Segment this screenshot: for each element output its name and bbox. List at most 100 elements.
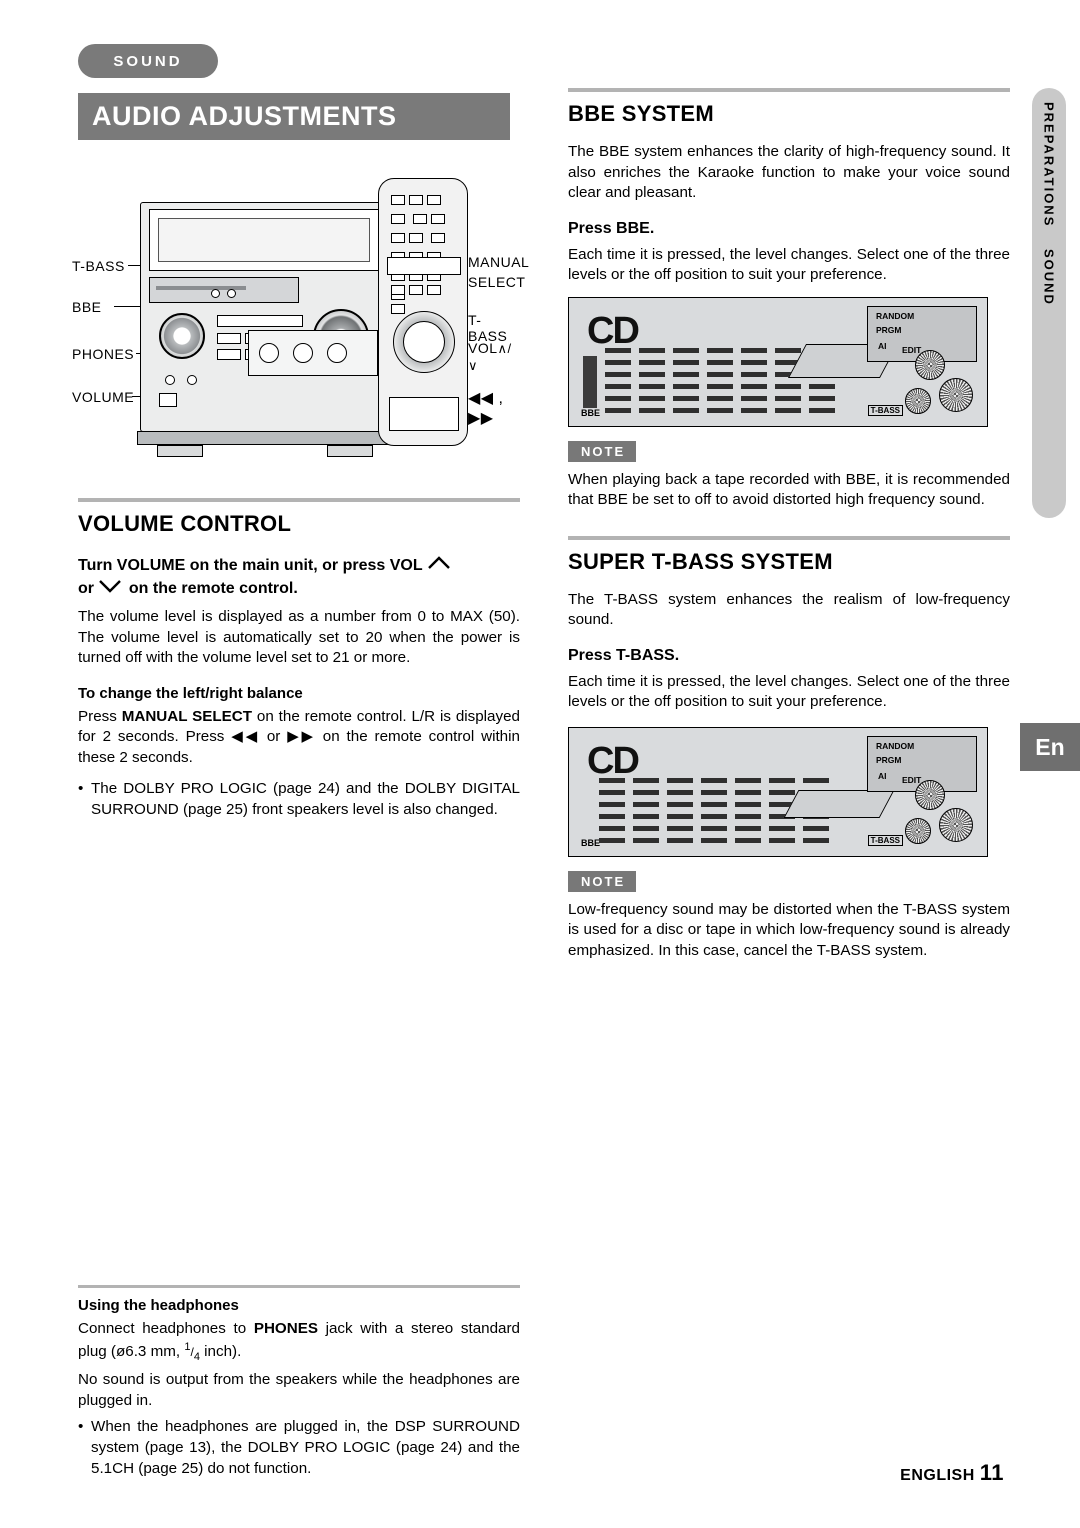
eq-col (735, 777, 761, 844)
volume-instruction: Turn VOLUME on the main unit, or press V… (78, 554, 520, 600)
unit-display (149, 277, 299, 303)
bbe-press-heading: Press BBE. (568, 219, 655, 237)
remote-key (409, 233, 423, 243)
remote-control (378, 178, 468, 446)
page-title: AUDIO ADJUSTMENTS (78, 93, 510, 140)
random-label: RANDOM (876, 740, 915, 751)
remote-key (431, 214, 446, 224)
bbe-rule (568, 88, 1010, 92)
remote-key (391, 233, 405, 243)
eq-col (775, 347, 801, 414)
side-tab-sound: SOUND (1041, 249, 1057, 307)
label-skip: ◀◀ , ▶▶ (468, 390, 504, 427)
tbass-heading: SUPER T-BASS SYSTEM (568, 548, 833, 574)
headphones-line1: Connect headphones to PHONES jack with a… (78, 1320, 520, 1363)
headphones-line2: No sound is output from the speakers whi… (78, 1371, 520, 1409)
unit-button-1 (217, 333, 241, 344)
remote-dpad-center (403, 321, 445, 363)
remote-key (391, 214, 405, 224)
manual-page: SOUND AUDIO ADJUSTMENTS PREPARATIONS SOU… (0, 0, 1080, 1528)
tbass-note-badge: NOTE (568, 870, 637, 892)
headphones-bullets: When the headphones are plugged in, the … (78, 1417, 520, 1479)
eq-col (639, 347, 665, 414)
headphones-section: Using the headphones Connect headphones … (78, 1285, 520, 1489)
eq-col (667, 777, 693, 844)
remote-key (413, 214, 428, 224)
remote-manual-select-button (387, 257, 461, 275)
cd-slot-1 (259, 343, 279, 363)
unit-base (137, 431, 393, 445)
prgm-label: PRGM (876, 324, 902, 335)
volume-instruction-l2: or (78, 580, 94, 598)
remote-key (409, 285, 423, 295)
ai-label: AI (878, 340, 887, 351)
side-tab-preparations: PREPARATIONS (1041, 102, 1057, 228)
eq-col (605, 347, 631, 414)
remote-bottom-panel (389, 397, 459, 431)
rewind-icon: ◀◀ (231, 728, 260, 746)
right-column: BBE SYSTEM The BBE system enhances the c… (568, 88, 1010, 972)
headphones-heading: Using the headphones (78, 1297, 239, 1314)
label-bbe: BBE (72, 299, 102, 315)
unit-top-panel (149, 209, 379, 271)
volume-control-rule (78, 498, 520, 502)
unit-phones-jack (165, 375, 175, 385)
prgm-label: PRGM (876, 754, 902, 765)
edit-label: EDIT (902, 344, 922, 355)
volume-instruction-l1: Turn VOLUME on the main unit, or press V… (78, 557, 423, 574)
unit-foot-left (157, 445, 203, 457)
disc-icon (939, 807, 973, 842)
section-tag-sound: SOUND (78, 44, 218, 78)
remote-key (427, 285, 441, 295)
unit-button-row-1 (217, 315, 303, 327)
eq-col (701, 777, 727, 844)
remote-key (391, 195, 405, 205)
system-illustration: T-BASS BBE PHONES VOLUME MANUAL SELECT T… (72, 160, 529, 480)
cd-slot-3 (327, 343, 347, 363)
bbe-note-body: When playing back a tape recorded with B… (568, 470, 1010, 509)
remote-key (427, 195, 441, 205)
forward-icon: ▶▶ (287, 728, 316, 746)
tbass-display-figure: CD BBE RANDOM PRGM AI EDIT T-BASS (568, 726, 988, 857)
hp-l1bold: PHONES (253, 1320, 318, 1337)
unit-button-4 (217, 349, 241, 360)
cd-tray (248, 330, 378, 376)
tbass-indicator: T-BASS (867, 834, 903, 846)
remote-key (409, 195, 423, 205)
remote-key (431, 233, 446, 243)
hp-l1a: Connect headphones to (78, 1320, 254, 1337)
label-manual: MANUAL (468, 254, 530, 270)
balance-heading: To change the left/right balance (78, 684, 303, 702)
tbass-rule (568, 535, 1010, 540)
bbe-heading: BBE SYSTEM (568, 101, 715, 126)
balance-bullets: The DOLBY PRO LOGIC (page 24) and the DO… (78, 779, 520, 820)
footer-page-number: 11 (979, 1460, 1004, 1485)
ai-label: AI (878, 770, 887, 781)
volume-control-heading: VOLUME CONTROL (78, 511, 292, 536)
headphones-rule (78, 1285, 520, 1288)
tbass-press-body: Each time it is pressed, the level chang… (568, 672, 1010, 711)
disc-icon (905, 817, 931, 844)
balance-body-bold: MANUAL SELECT (121, 707, 253, 725)
tbass-note-body: Low-frequency sound may be distorted whe… (568, 900, 1010, 959)
side-tab: PREPARATIONS SOUND (1032, 88, 1066, 518)
cd-label: CD (587, 309, 640, 352)
disc-icon (939, 377, 973, 412)
unit-indicator-1 (211, 289, 220, 298)
list-item: The DOLBY PRO LOGIC (page 24) and the DO… (78, 779, 520, 820)
volume-instruction-l3: on the remote control. (128, 580, 298, 598)
vol-down-icon (98, 577, 124, 600)
label-select: SELECT (468, 274, 526, 290)
cd-label: CD (587, 739, 640, 782)
disc-icon (905, 387, 931, 414)
edit-label: EDIT (902, 774, 922, 785)
disc-icon (915, 779, 945, 810)
bbe-body: The BBE system enhances the clarity of h… (568, 143, 1010, 202)
disc-icon (915, 349, 945, 380)
list-item: When the headphones are plugged in, the … (78, 1417, 520, 1479)
balance-body-1: Press (78, 707, 122, 725)
bbe-indicator: BBE (581, 837, 601, 848)
volume-control-section: VOLUME CONTROL Turn VOLUME on the main u… (78, 498, 520, 831)
tbass-body: The T-BASS system enhances the realism o… (568, 590, 1010, 629)
footer-language: ENGLISH (900, 1467, 975, 1484)
